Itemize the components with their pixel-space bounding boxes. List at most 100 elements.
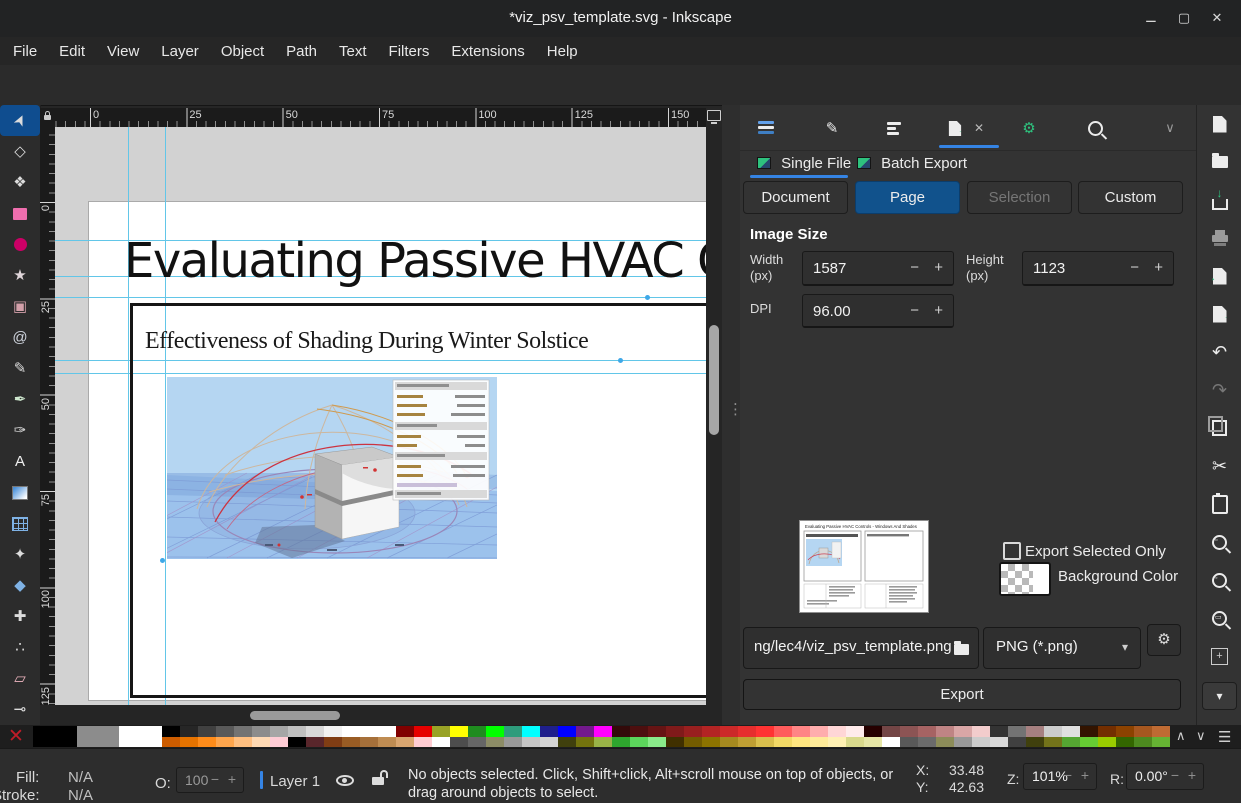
palette-swatch[interactable]: [630, 737, 648, 748]
palette-swatch[interactable]: [990, 726, 1008, 737]
decrement-button[interactable]: −: [910, 302, 919, 319]
print-button[interactable]: [1197, 219, 1241, 257]
increment-button[interactable]: +: [228, 771, 236, 787]
palette-swatch[interactable]: [504, 737, 522, 748]
guide-horizontal[interactable]: [55, 297, 706, 298]
palette-swatch[interactable]: [900, 737, 918, 748]
menu-view[interactable]: View: [96, 43, 150, 60]
palette-swatch[interactable]: [288, 726, 306, 737]
palette-swatch[interactable]: [486, 737, 504, 748]
stroke-value[interactable]: N/A: [68, 787, 93, 803]
export-dpi-input[interactable]: 96.00 − +: [802, 294, 954, 328]
palette-swatch[interactable]: [666, 737, 684, 748]
menu-path[interactable]: Path: [275, 43, 328, 60]
decrement-button[interactable]: −: [211, 771, 219, 787]
palette-swatch[interactable]: [1152, 737, 1170, 748]
palette-swatch[interactable]: [900, 726, 918, 737]
palette-swatch[interactable]: [504, 726, 522, 737]
palette-swatch[interactable]: [774, 726, 792, 737]
shape-builder-tool[interactable]: ❖: [0, 167, 40, 198]
horizontal-scrollbar-thumb[interactable]: [250, 711, 340, 720]
increment-button[interactable]: +: [1081, 767, 1089, 783]
palette-swatch[interactable]: [234, 737, 252, 748]
palette-swatch[interactable]: [792, 737, 810, 748]
extensions-dialog-tab[interactable]: ⚙: [1017, 117, 1041, 139]
vertical-scrollbar-thumb[interactable]: [709, 325, 719, 435]
zoom-input[interactable]: 101% − +: [1023, 763, 1097, 790]
palette-swatch[interactable]: [630, 726, 648, 737]
palette-swatch[interactable]: [360, 737, 378, 748]
export-dialog-tab[interactable]: →: [943, 117, 967, 139]
palette-swatch[interactable]: [270, 737, 288, 748]
palette-swatch[interactable]: [702, 737, 720, 748]
palette-swatch[interactable]: [1062, 737, 1080, 748]
palette-swatch[interactable]: [396, 737, 414, 748]
star-tool[interactable]: ★: [0, 260, 40, 291]
zoom-drawing-button[interactable]: ◦: [1197, 561, 1241, 599]
palette-swatch[interactable]: [1152, 726, 1170, 737]
palette-swatch[interactable]: [1062, 726, 1080, 737]
maximize-button[interactable]: ▢: [1172, 8, 1196, 28]
palette-swatch[interactable]: [198, 726, 216, 737]
palette-scroll-up-button[interactable]: ∧: [1176, 728, 1186, 744]
palette-swatch[interactable]: [252, 726, 270, 737]
ellipse-tool[interactable]: [0, 229, 40, 260]
palette-swatch[interactable]: [162, 726, 180, 737]
eraser-tool[interactable]: ▱: [0, 663, 40, 694]
layer-visibility-eye-icon[interactable]: [336, 775, 354, 786]
background-color-swatch[interactable]: [999, 562, 1051, 596]
palette-swatch[interactable]: [162, 737, 180, 748]
guide-lock-icon[interactable]: [44, 115, 51, 120]
palette-swatch[interactable]: [1134, 737, 1152, 748]
palette-scroll-down-button[interactable]: ∨: [1196, 728, 1206, 744]
palette-swatch[interactable]: [540, 737, 558, 748]
palette-swatch[interactable]: [1080, 726, 1098, 737]
decrement-button[interactable]: −: [1171, 767, 1179, 783]
export-button[interactable]: →: [1197, 295, 1241, 333]
palette-swatch[interactable]: [234, 726, 252, 737]
palette-swatch[interactable]: [684, 726, 702, 737]
palette-swatch[interactable]: [216, 737, 234, 748]
zoom-selection-button[interactable]: ▫: [1197, 523, 1241, 561]
palette-swatch[interactable]: [360, 726, 378, 737]
palette-swatch[interactable]: [1116, 737, 1134, 748]
tweak-tool[interactable]: ✚: [0, 601, 40, 632]
redo-button[interactable]: ↷: [1197, 371, 1241, 409]
vertical-ruler[interactable]: 0255075100125: [40, 127, 55, 705]
palette-swatch-white[interactable]: [119, 726, 162, 747]
horizontal-ruler[interactable]: 0255075100125150: [55, 108, 706, 127]
palette-swatch[interactable]: [774, 737, 792, 748]
spiral-tool[interactable]: @: [0, 322, 40, 353]
mesh-gradient-tool[interactable]: [0, 508, 40, 539]
palette-menu-button[interactable]: ☰: [1218, 728, 1231, 746]
palette-swatch[interactable]: [396, 726, 414, 737]
palette-swatch[interactable]: [792, 726, 810, 737]
palette-swatch[interactable]: [180, 726, 198, 737]
export-dialog-close-button[interactable]: ✕: [971, 117, 987, 139]
palette-swatch[interactable]: [1134, 726, 1152, 737]
text-tool[interactable]: A: [0, 446, 40, 477]
palette-swatch[interactable]: [216, 726, 234, 737]
gradient-tool[interactable]: [0, 477, 40, 508]
spray-tool[interactable]: ∴: [0, 632, 40, 663]
palette-swatch[interactable]: [990, 737, 1008, 748]
palette-swatch[interactable]: [270, 726, 288, 737]
palette-swatch[interactable]: [558, 726, 576, 737]
palette-swatch[interactable]: [720, 726, 738, 737]
import-button[interactable]: →: [1197, 257, 1241, 295]
palette-swatch[interactable]: [180, 737, 198, 748]
palette-swatch[interactable]: [414, 726, 432, 737]
dialog-overflow-button[interactable]: ∨: [1158, 117, 1182, 139]
menu-text[interactable]: Text: [328, 43, 378, 60]
menu-object[interactable]: Object: [210, 43, 275, 60]
selector-tool[interactable]: ➤: [0, 105, 40, 136]
palette-swatch[interactable]: [522, 726, 540, 737]
palette-swatch[interactable]: [1026, 737, 1044, 748]
pen-tool[interactable]: ✒: [0, 384, 40, 415]
palette-swatch[interactable]: [432, 726, 450, 737]
palette-swatch[interactable]: [1008, 737, 1026, 748]
canvas-viewport[interactable]: Evaluating Passive HVAC Controls - Windo…: [55, 127, 706, 705]
zoom-page-button[interactable]: ▭: [1197, 599, 1241, 637]
canvas-subtitle-text[interactable]: Effectiveness of Shading During Winter S…: [145, 328, 588, 355]
palette-swatch[interactable]: [378, 737, 396, 748]
